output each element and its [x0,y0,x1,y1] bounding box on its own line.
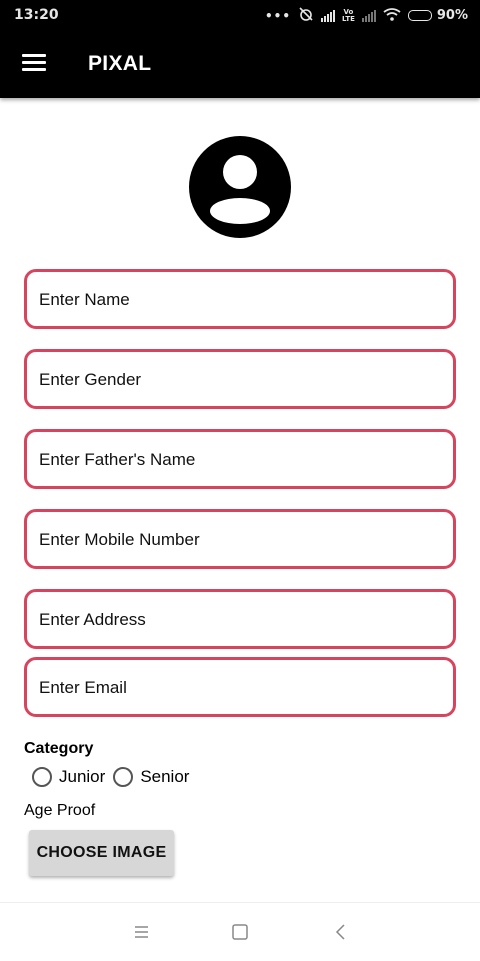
account-circle-icon [189,136,291,238]
address-field [24,589,456,649]
app-bar: PIXAL [0,32,480,98]
category-radio-group: Junior Senior [32,767,197,787]
senior-radio[interactable] [113,767,134,787]
signal-weak-icon [361,9,376,22]
more-dots-icon: ••• [265,8,292,23]
category-label: Category [24,740,94,757]
battery-icon [407,10,432,21]
signal-icon [321,9,336,22]
volte-icon: Vo LTE [342,8,355,23]
junior-radio[interactable] [32,767,52,787]
status-time: 13:20 [14,7,59,23]
battery-indicator: 90% [407,8,468,23]
mobile-number-field [24,509,456,569]
father-name-input[interactable] [37,432,441,488]
choose-image-button[interactable]: CHOOSE IMAGE [29,830,174,876]
back-icon[interactable] [329,920,353,944]
lte-label: LTE [342,14,355,23]
system-nav-bar [0,902,480,961]
app-title: PIXAL [88,52,152,75]
gender-field [24,349,456,409]
status-icons: ••• Vo LTE 90% [265,7,468,24]
mobile-number-input[interactable] [37,512,441,568]
home-icon[interactable] [228,920,252,944]
junior-label[interactable]: Junior [59,767,105,787]
hamburger-menu-icon[interactable] [22,54,46,72]
age-proof-label: Age Proof [24,802,96,819]
recents-icon[interactable] [129,920,153,944]
gender-input[interactable] [37,352,441,408]
name-input[interactable] [37,272,441,328]
profile-avatar[interactable] [189,136,291,238]
father-name-field [24,429,456,489]
address-input[interactable] [37,592,441,648]
wifi-icon [383,7,401,24]
alarm-off-icon [298,7,314,24]
status-bar: 13:20 ••• Vo LTE 90% [0,0,480,32]
email-input[interactable] [37,660,441,716]
battery-percent: 90% [436,8,468,23]
email-field [24,657,456,717]
senior-label[interactable]: Senior [140,767,189,787]
name-field [24,269,456,329]
